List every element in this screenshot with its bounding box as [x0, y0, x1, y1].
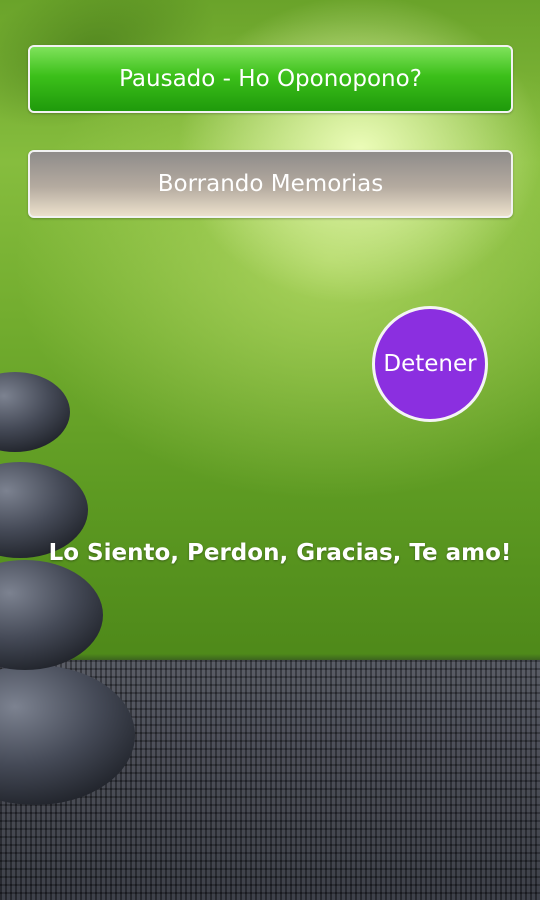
stop-button[interactable]: Detener — [372, 306, 488, 422]
stop-button-label: Detener — [383, 351, 477, 377]
mode-button[interactable]: Borrando Memorias — [28, 150, 513, 218]
mantra-text: Lo Siento, Perdon, Gracias, Te amo! — [48, 540, 512, 566]
status-button-label: Pausado - Ho Oponopono? — [119, 66, 422, 92]
zen-background — [0, 0, 540, 900]
stacked-stones-image — [0, 372, 135, 805]
mode-button-label: Borrando Memorias — [157, 171, 384, 197]
status-button[interactable]: Pausado - Ho Oponopono? — [28, 45, 513, 113]
